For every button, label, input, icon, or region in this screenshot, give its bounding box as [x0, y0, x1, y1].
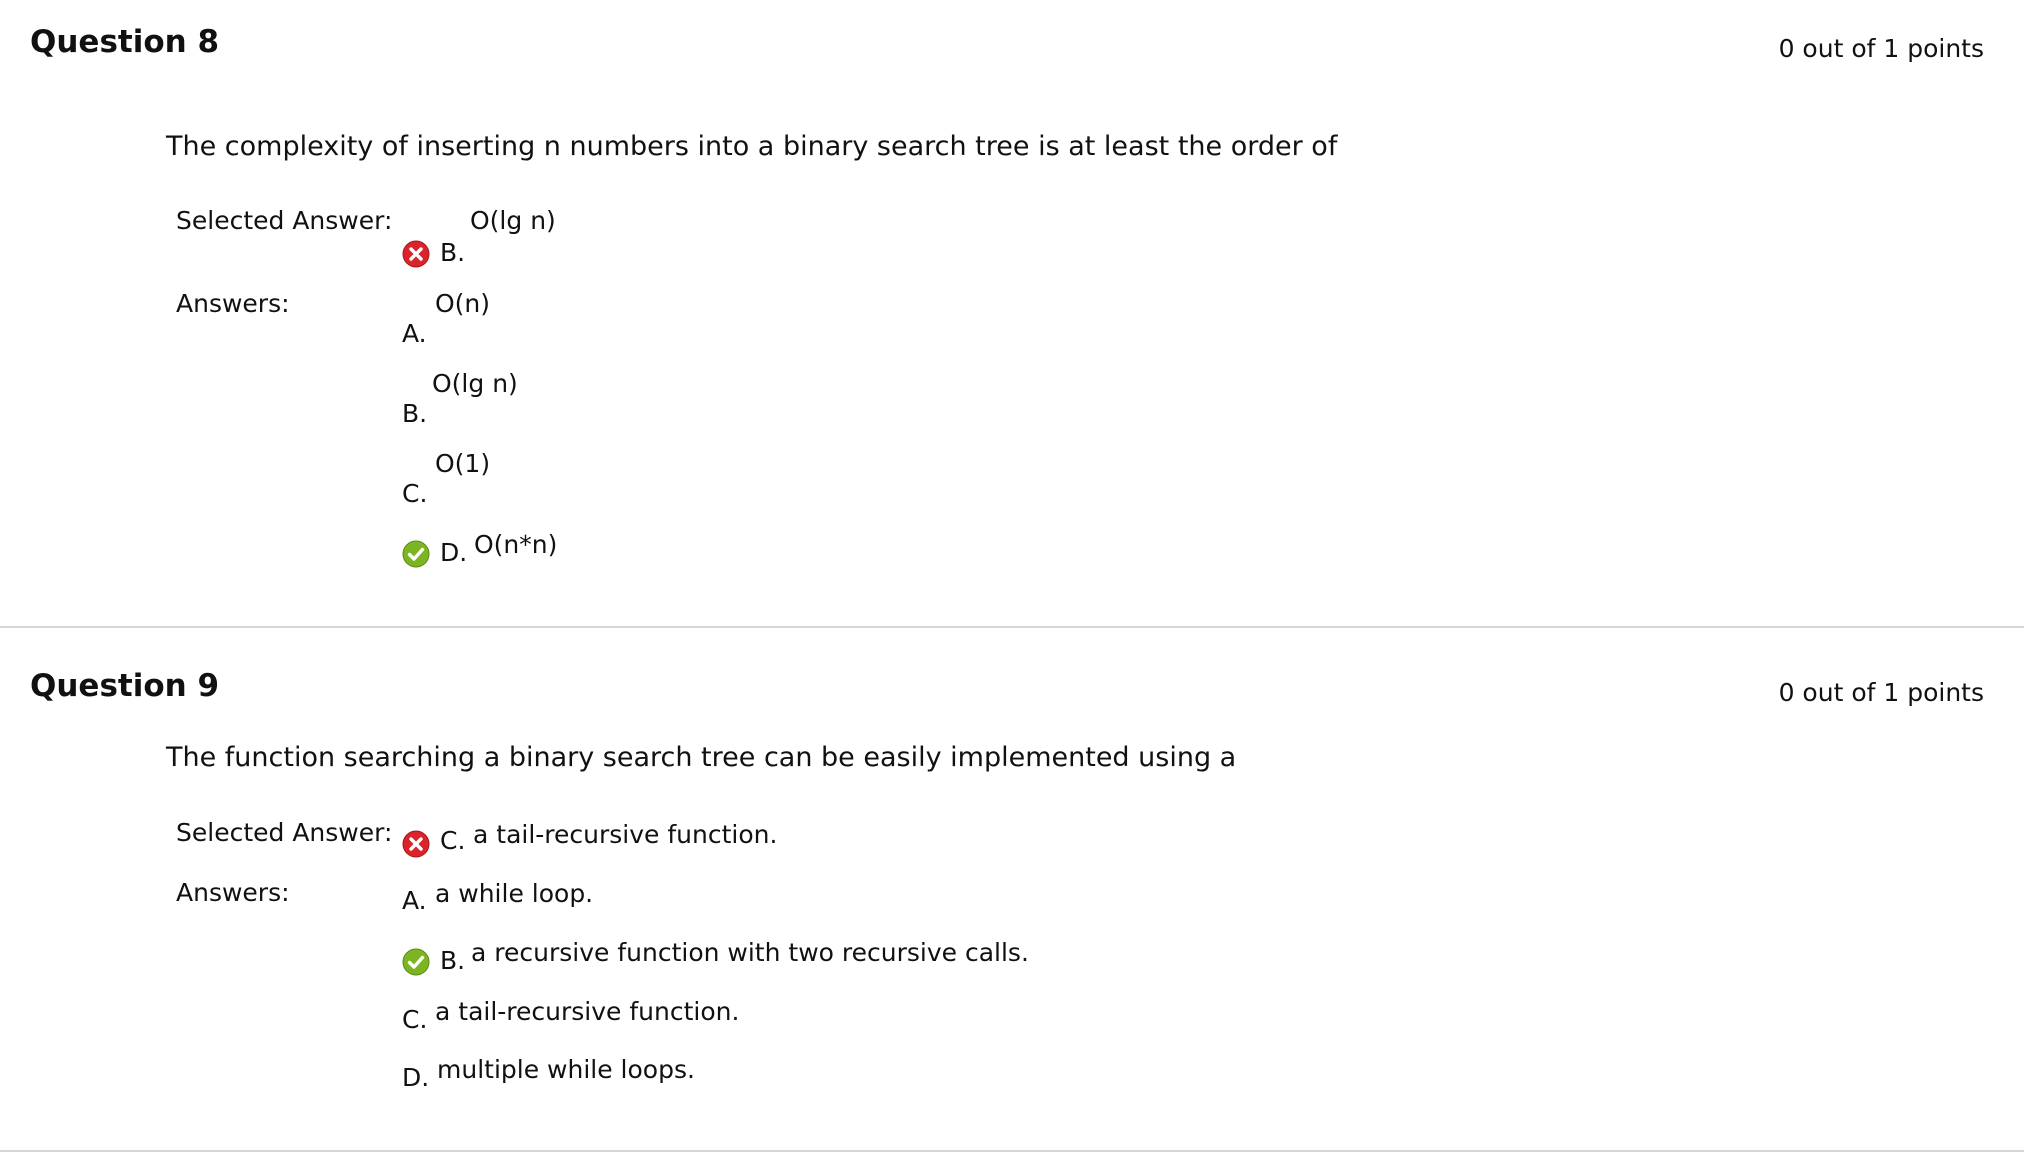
question-title: Question 9: [30, 668, 220, 704]
selected-answer-letter: B.: [440, 238, 466, 267]
incorrect-x-icon: [402, 830, 430, 858]
selected-answer-text: O(lg n): [470, 206, 556, 235]
answer-letter: D.: [402, 1063, 430, 1092]
answer-text: a recursive function with two recursive …: [471, 938, 1029, 967]
answer-text: O(lg n): [432, 369, 518, 398]
question-8: Question 8 0 out of 1 points The complex…: [0, 0, 2024, 628]
correct-check-icon: [402, 948, 430, 976]
answer-letter: C.: [402, 1005, 428, 1034]
incorrect-x-icon: [402, 240, 430, 268]
question-9: Question 9 0 out of 1 points The functio…: [0, 628, 2024, 1152]
answers-label: Answers:: [176, 289, 290, 318]
answer-text: a while loop.: [435, 879, 594, 908]
question-points: 0 out of 1 points: [1778, 34, 1984, 63]
answer-text: O(n): [435, 289, 491, 318]
answer-text: a tail-recursive function.: [435, 997, 740, 1026]
answer-letter: D.: [440, 538, 468, 567]
question-text: The complexity of inserting n numbers in…: [166, 131, 1338, 162]
selected-answer-text: a tail-recursive function.: [473, 820, 778, 849]
question-title: Question 8: [30, 24, 220, 60]
answer-letter: C.: [402, 479, 428, 508]
question-text: The function searching a binary search t…: [166, 742, 1237, 773]
answer-letter: A.: [402, 886, 427, 915]
selected-answer-label: Selected Answer:: [176, 818, 393, 847]
answer-letter: B.: [440, 946, 466, 975]
answer-letter: B.: [402, 399, 428, 428]
question-points: 0 out of 1 points: [1778, 678, 1984, 707]
answer-text: O(1): [435, 449, 491, 478]
selected-answer-label: Selected Answer:: [176, 206, 393, 235]
selected-answer-letter: C.: [440, 826, 466, 855]
answer-letter: A.: [402, 319, 427, 348]
answer-text: O(n*n): [474, 530, 558, 559]
answer-text: multiple while loops.: [437, 1055, 695, 1084]
correct-check-icon: [402, 540, 430, 568]
answers-label: Answers:: [176, 878, 290, 907]
